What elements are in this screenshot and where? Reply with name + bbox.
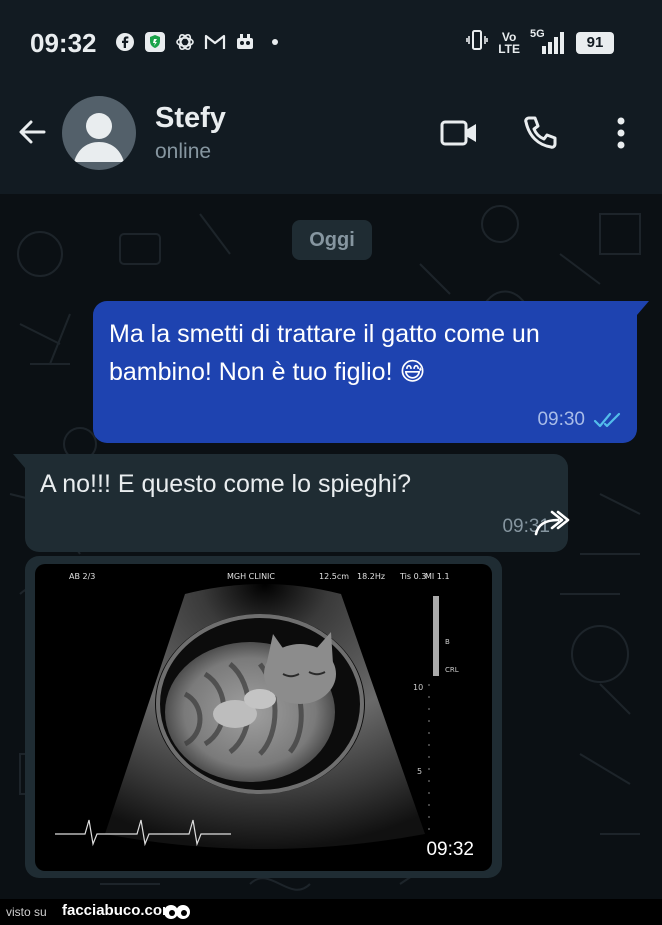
shield-icon	[144, 31, 166, 53]
ultrasound-scale-10: 10	[413, 683, 423, 692]
message-bubble-outgoing[interactable]: Ma la smetti di trattare il gatto come u…	[93, 301, 649, 443]
avatar[interactable]	[62, 96, 136, 170]
message-bubble-incoming[interactable]: A no!!! E questo come lo spieghi? 09:31	[13, 454, 568, 552]
video-call-icon[interactable]	[438, 112, 480, 154]
bot-icon	[234, 31, 256, 53]
read-ticks-icon	[593, 411, 623, 429]
ultrasound-scale-5: 5	[417, 767, 422, 776]
gmail-icon	[204, 31, 226, 53]
footer-visto-su: visto su	[6, 905, 47, 919]
phone-call-icon[interactable]	[520, 112, 562, 154]
volte-indicator: Vo LTE	[498, 29, 520, 56]
forward-icon[interactable]	[526, 500, 578, 552]
message-time: 09:30	[537, 409, 585, 430]
image-message-bubble[interactable]: AB 2/3 MGH CLINIC 12.5cm 18.2Hz Tis 0.3 …	[25, 556, 502, 878]
ultrasound-scan-graphic: B CRL 10 5	[55, 584, 459, 849]
bubble-tail	[13, 454, 25, 468]
eyes-logo-icon	[162, 903, 192, 921]
contact-status: online	[155, 140, 212, 163]
status-time: 09:32	[30, 28, 97, 58]
footer-brand: facciabuco.com	[62, 902, 176, 919]
watermark-footer: visto su facciabuco.com	[0, 899, 662, 925]
dot-icon	[264, 31, 286, 53]
chat-header: Stefy online	[0, 84, 662, 194]
message-text: Ma la smetti di trattare il gatto come u…	[109, 320, 540, 386]
chatgpt-icon	[174, 31, 196, 53]
message-time: 09:32	[426, 839, 474, 860]
ultrasound-scale-b: B	[445, 638, 450, 646]
bubble-tail	[637, 301, 649, 315]
vibrate-icon	[466, 28, 489, 57]
contact-name[interactable]: Stefy	[155, 102, 226, 135]
system-icons: Vo LTE 5G 91	[466, 28, 614, 57]
date-chip: Oggi	[292, 220, 372, 260]
signal-icon: 5G	[530, 28, 566, 56]
battery-indicator: 91	[576, 31, 614, 54]
ultrasound-scale-crl: CRL	[445, 666, 459, 674]
message-text: A no!!! E questo come lo spieghi?	[40, 470, 412, 498]
facebook-icon	[114, 31, 136, 53]
ultrasound-image[interactable]: AB 2/3 MGH CLINIC 12.5cm 18.2Hz Tis 0.3 …	[35, 564, 492, 871]
status-bar: 09:32 Vo LTE 5G 91	[0, 0, 662, 84]
notification-icons	[114, 31, 286, 53]
back-arrow-icon[interactable]	[14, 114, 50, 150]
more-options-icon[interactable]	[600, 112, 642, 154]
